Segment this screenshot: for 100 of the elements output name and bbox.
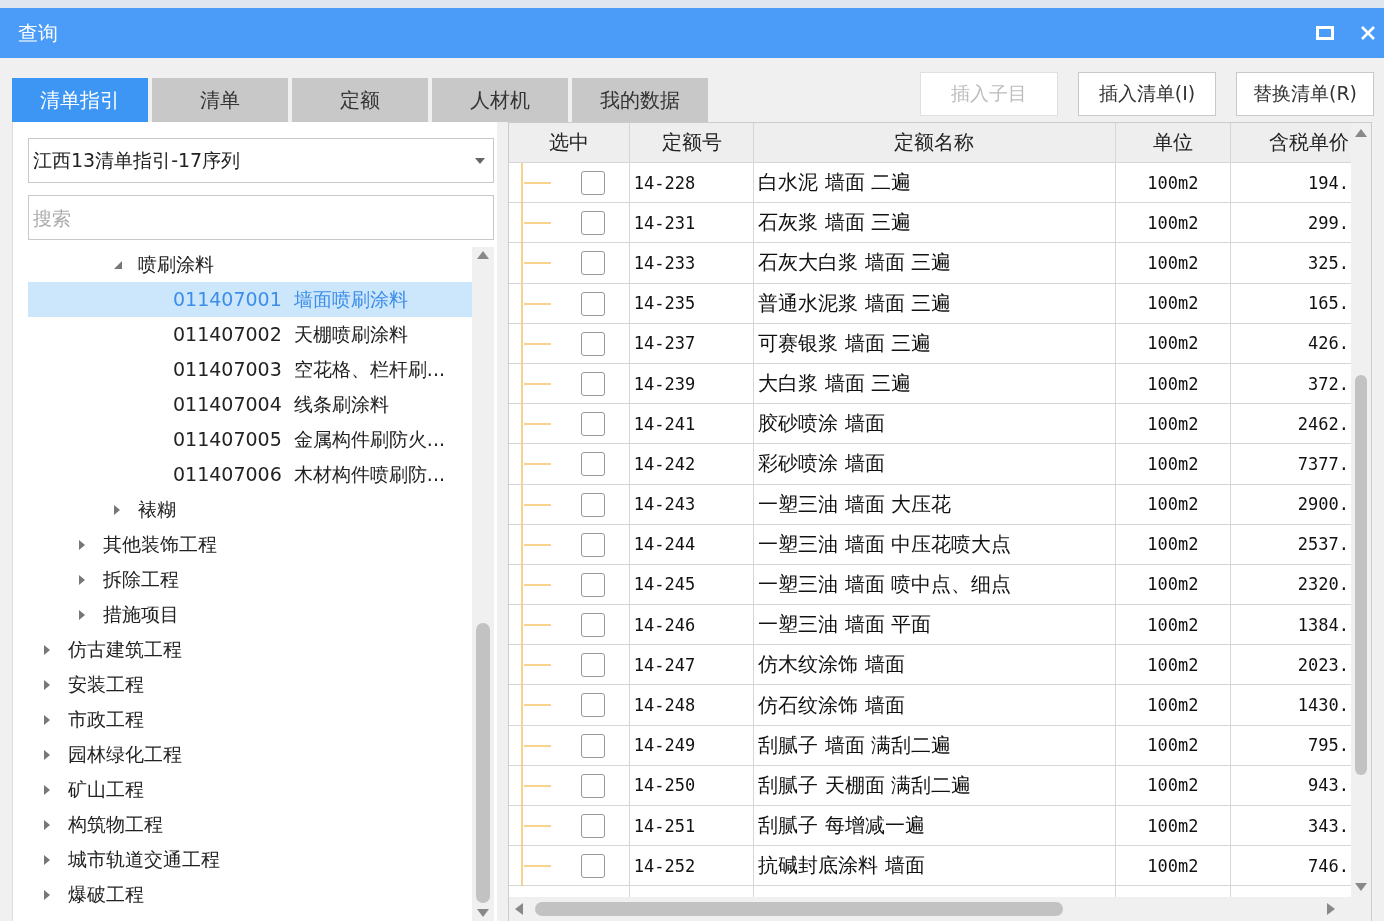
table-cell: 14-246: [629, 605, 755, 646]
checkbox[interactable]: [581, 291, 605, 316]
table-cell: 100m2: [1115, 363, 1232, 405]
table-cell: 14-237: [629, 323, 755, 364]
collapsed-arrow-icon[interactable]: [43, 748, 51, 761]
scroll-left-icon[interactable]: [515, 903, 523, 915]
scroll-right-icon[interactable]: [1327, 903, 1335, 915]
table-cell: 14-235: [629, 283, 755, 324]
table-cell: 2320.: [1231, 564, 1351, 606]
tree-item[interactable]: 爆破工程: [28, 877, 472, 912]
checkbox[interactable]: [581, 733, 605, 758]
maximize-icon[interactable]: [1316, 26, 1334, 40]
table-cell: 100m2: [1115, 806, 1232, 847]
tree-item[interactable]: 011407003 空花格、栏杆刷...: [28, 352, 472, 387]
checkbox[interactable]: [581, 693, 605, 718]
checkbox[interactable]: [581, 171, 605, 195]
scroll-down-icon[interactable]: [1355, 883, 1367, 891]
search-field[interactable]: 搜索: [28, 195, 494, 240]
table-cell: 165.: [1231, 283, 1351, 324]
collapsed-arrow-icon[interactable]: [43, 678, 51, 691]
tree-line-icon: [521, 806, 551, 846]
checkbox[interactable]: [581, 331, 605, 356]
checkbox[interactable]: [581, 211, 605, 236]
table-cell: 14-245: [629, 564, 755, 606]
tree-line-icon: [521, 846, 551, 887]
scrollbar[interactable]: [472, 247, 494, 921]
tree-line-icon: [521, 685, 551, 726]
action-button[interactable]: 替换清单(R): [1236, 72, 1374, 116]
tree-item[interactable]: 市政工程: [28, 702, 472, 737]
tree-item[interactable]: 仿古建筑工程: [28, 632, 472, 667]
checkbox[interactable]: [581, 572, 605, 597]
checkbox[interactable]: [581, 492, 605, 517]
checkbox[interactable]: [581, 814, 605, 838]
checkbox[interactable]: [581, 412, 605, 437]
tree-item[interactable]: 011407004 线条刷涂料: [28, 387, 472, 422]
column-header[interactable]: 选中: [509, 123, 630, 163]
tree-line-icon: [521, 243, 551, 284]
collapsed-arrow-icon[interactable]: [43, 853, 51, 866]
tree-item[interactable]: 构筑物工程: [28, 807, 472, 842]
checkbox[interactable]: [581, 773, 605, 798]
action-button[interactable]: 插入清单(I): [1078, 72, 1216, 116]
scroll-up-icon[interactable]: [1355, 129, 1367, 137]
tree-item[interactable]: 其他装饰工程: [28, 527, 472, 562]
tree-item[interactable]: 拆除工程: [28, 562, 472, 597]
tree-item[interactable]: 园林绿化工程: [28, 737, 472, 772]
tree-item[interactable]: 011407006 木材构件喷刷防...: [28, 457, 472, 492]
tree-item[interactable]: 矿山工程: [28, 772, 472, 807]
checkbox[interactable]: [581, 613, 605, 638]
table-cell: 石灰浆 墙面 三遍: [754, 203, 1116, 244]
table-cell: 100m2: [1115, 605, 1232, 646]
tab[interactable]: 人材机: [432, 78, 568, 122]
tree-item[interactable]: 裱糊: [28, 492, 472, 527]
tree-line-icon: [521, 444, 551, 485]
table-cell: 14-228: [629, 163, 755, 204]
checkbox[interactable]: [581, 452, 605, 477]
column-header[interactable]: 含税单价: [1231, 123, 1351, 163]
table-cell: 2537.: [1231, 524, 1351, 565]
column-header[interactable]: 单位: [1115, 123, 1232, 163]
dropdown-caret-icon: [475, 157, 485, 164]
checkbox[interactable]: [581, 532, 605, 557]
tree-item[interactable]: 措施项目: [28, 597, 472, 632]
scrollbar[interactable]: [1351, 123, 1371, 897]
table-cell: 14-241: [629, 404, 755, 445]
collapsed-arrow-icon[interactable]: [43, 713, 51, 726]
expanded-arrow-icon[interactable]: [113, 259, 123, 270]
collapsed-arrow-icon[interactable]: [43, 783, 51, 796]
scroll-down-icon[interactable]: [477, 909, 489, 917]
tree-item[interactable]: 011407005 金属构件刷防火...: [28, 422, 472, 457]
tree-line-icon: [521, 564, 551, 605]
table-cell: 一塑三油 墙面 平面: [754, 605, 1116, 646]
table-cell: 325.: [1231, 243, 1351, 284]
scroll-up-icon[interactable]: [477, 251, 489, 259]
checkbox[interactable]: [581, 854, 605, 879]
table-cell: 426.: [1231, 323, 1351, 364]
column-header[interactable]: 定额名称: [754, 123, 1116, 163]
tree-item[interactable]: 安装工程: [28, 667, 472, 702]
tab[interactable]: 我的数据: [572, 78, 708, 122]
column-header[interactable]: 定额号: [629, 123, 755, 163]
collapsed-arrow-icon[interactable]: [78, 573, 86, 586]
collapsed-arrow-icon[interactable]: [43, 818, 51, 831]
table-cell: 100m2: [1115, 484, 1232, 525]
collapsed-arrow-icon[interactable]: [78, 608, 86, 621]
library-dropdown[interactable]: 江西13清单指引-17序列: [28, 138, 494, 183]
checkbox[interactable]: [581, 251, 605, 276]
tree-item[interactable]: 喷刷涂料: [28, 247, 472, 282]
tab[interactable]: 清单: [152, 78, 288, 122]
checkbox[interactable]: [581, 371, 605, 396]
collapsed-arrow-icon[interactable]: [113, 503, 121, 516]
table-cell: 刮腻子 墙面 满刮二遍: [754, 725, 1116, 766]
collapsed-arrow-icon[interactable]: [43, 643, 51, 656]
tree-item[interactable]: 011407002 天棚喷刷涂料: [28, 317, 472, 352]
checkbox[interactable]: [581, 653, 605, 678]
tab[interactable]: 定额: [292, 78, 428, 122]
tree-line-icon: [521, 203, 551, 244]
collapsed-arrow-icon[interactable]: [78, 538, 86, 551]
table-cell: 100m2: [1115, 846, 1232, 887]
close-icon[interactable]: [1360, 25, 1376, 41]
tree-item[interactable]: 城市轨道交通工程: [28, 842, 472, 877]
collapsed-arrow-icon[interactable]: [43, 888, 51, 901]
table-cell: 1430.: [1231, 685, 1351, 726]
